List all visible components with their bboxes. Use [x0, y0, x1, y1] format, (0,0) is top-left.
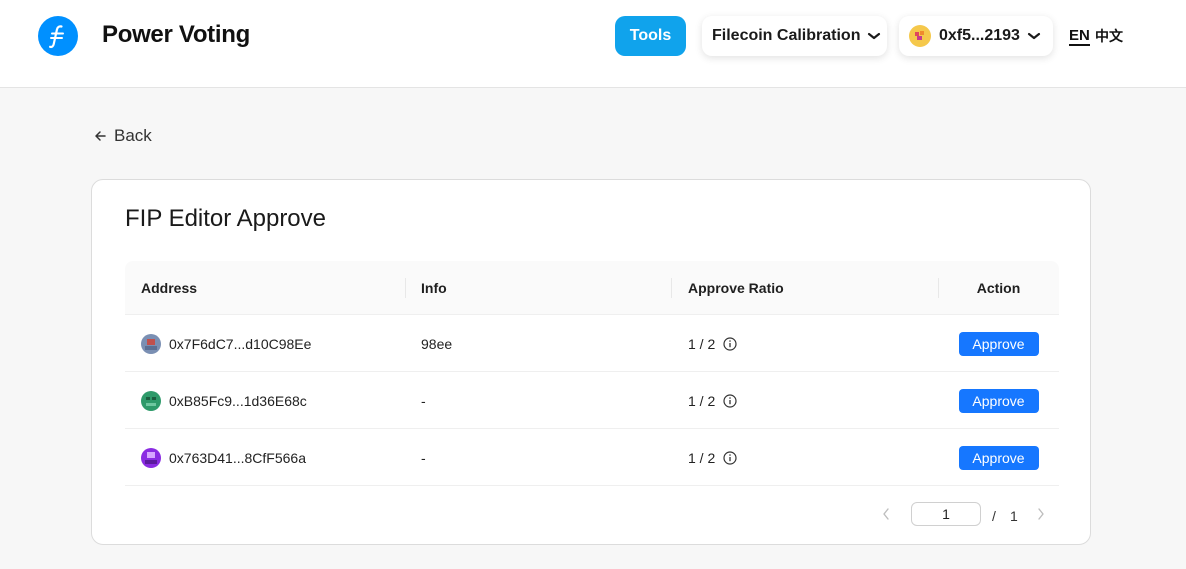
- column-divider: [671, 278, 672, 298]
- chevron-left-icon[interactable]: [882, 507, 890, 525]
- back-link[interactable]: Back: [94, 126, 152, 146]
- info-cell: 98ee: [421, 335, 453, 352]
- wallet-button[interactable]: 0xf5...2193: [899, 16, 1053, 56]
- address-end: d10C98Ee: [245, 335, 312, 352]
- page-number-input[interactable]: 1: [911, 502, 981, 526]
- top-header: Power Voting Tools Filecoin Calibration …: [0, 0, 1186, 88]
- avatar-icon: [141, 333, 161, 354]
- address-end: 1d36E68c: [243, 392, 307, 409]
- address-cell: 0xB85Fc9... 1d36E68c: [141, 372, 307, 429]
- address-start: 0xB85Fc9: [169, 392, 233, 409]
- approve-button[interactable]: Approve: [958, 445, 1039, 470]
- address-start: 0x763D41: [169, 449, 233, 466]
- chevron-down-icon: [867, 31, 881, 41]
- network-label: Filecoin Calibration: [712, 27, 861, 44]
- network-select[interactable]: Filecoin Calibration: [702, 16, 887, 56]
- table-row: 0x7F6dC7... d10C98Ee 98ee 1 / 2 Approve: [125, 315, 1059, 372]
- table-header: Address Info Approve Ratio Action: [125, 261, 1059, 315]
- wallet-address: 0xf5...2193: [939, 27, 1020, 44]
- info-cell: -: [421, 392, 426, 409]
- address-end: 8CfF566a: [244, 449, 306, 466]
- address-ellipsis: ...: [233, 335, 246, 352]
- chevron-right-icon[interactable]: [1037, 507, 1045, 525]
- info-icon[interactable]: [723, 336, 737, 351]
- approve-button[interactable]: Approve: [958, 331, 1039, 356]
- approve-button[interactable]: Approve: [958, 388, 1039, 413]
- action-cell: Approve: [938, 372, 1059, 429]
- page-separator: /: [992, 508, 996, 524]
- ratio-value: 1 / 2: [688, 392, 716, 409]
- table-row: 0x763D41... 8CfF566a - 1 / 2 Approve: [125, 429, 1059, 486]
- tools-button[interactable]: Tools: [615, 16, 686, 56]
- chevron-down-icon: [1027, 31, 1041, 41]
- arrow-left-icon: [95, 131, 106, 141]
- info-icon[interactable]: [723, 393, 737, 408]
- column-header-action: Action: [976, 280, 1021, 296]
- ratio-cell: 1 / 2: [688, 315, 737, 372]
- ratio-cell: 1 / 2: [688, 372, 737, 429]
- page-title: FIP Editor Approve: [125, 205, 326, 232]
- address-ellipsis: ...: [232, 392, 244, 409]
- address-ellipsis: ...: [232, 449, 245, 466]
- column-header-ratio: Approve Ratio: [688, 280, 784, 296]
- info-cell: -: [421, 449, 426, 466]
- address-cell: 0x763D41... 8CfF566a: [141, 429, 306, 486]
- avatar-icon: [141, 447, 161, 468]
- column-header-address: Address: [141, 280, 198, 296]
- filecoin-logo-icon[interactable]: [38, 16, 78, 56]
- ratio-cell: 1 / 2: [688, 429, 737, 486]
- lang-en-option[interactable]: EN: [1069, 28, 1090, 46]
- info-icon[interactable]: [723, 450, 737, 465]
- approve-card: FIP Editor Approve Address Info Approve …: [91, 179, 1091, 545]
- page-total: 1: [1010, 508, 1018, 524]
- action-cell: Approve: [938, 429, 1059, 486]
- ratio-value: 1 / 2: [688, 335, 716, 352]
- address-start: 0x7F6dC7: [169, 335, 234, 352]
- column-divider: [405, 278, 406, 298]
- table-row: 0xB85Fc9... 1d36E68c - 1 / 2 Approve: [125, 372, 1059, 429]
- app-title[interactable]: Power Voting: [102, 21, 250, 49]
- back-label: Back: [114, 126, 152, 145]
- ratio-value: 1 / 2: [688, 449, 716, 466]
- column-header-info: Info: [421, 280, 447, 296]
- address-cell: 0x7F6dC7... d10C98Ee: [141, 315, 311, 372]
- editor-table: Address Info Approve Ratio Action 0x7F6d…: [125, 261, 1059, 486]
- action-cell: Approve: [938, 315, 1059, 372]
- lang-zh-option[interactable]: 中文: [1095, 28, 1123, 44]
- avatar-icon: [141, 390, 161, 411]
- wallet-avatar-icon: [909, 25, 931, 47]
